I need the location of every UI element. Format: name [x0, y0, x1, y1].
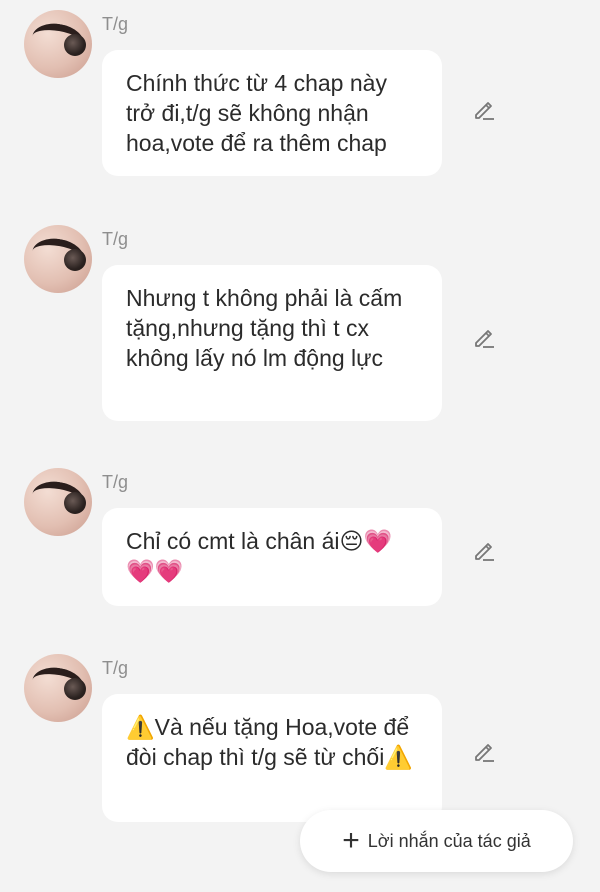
message-bubble: Chỉ có cmt là chân ái😔💗💗💗: [102, 508, 442, 606]
plus-icon: +: [342, 824, 360, 857]
pencil-edit-icon[interactable]: [470, 736, 500, 766]
message-bubble: ⚠️Và nếu tặng Hoa,vote để đòi chap thì t…: [102, 694, 442, 822]
author-name: T/g: [102, 14, 129, 34]
message-bubble: Nhưng t không phải là cấm tặng,nhưng tặn…: [102, 265, 442, 421]
author-note-label: Lời nhắn của tác giả: [367, 830, 531, 851]
message-bubble: Chính thức từ 4 chap này trở đi,t/g sẽ k…: [102, 50, 442, 176]
author-note-button[interactable]: + Lời nhắn của tác giả: [300, 810, 573, 872]
author-name: T/g: [102, 658, 129, 678]
author-avatar[interactable]: [24, 468, 92, 536]
author-name: T/g: [102, 472, 129, 492]
pencil-edit-icon[interactable]: [470, 322, 500, 352]
pencil-edit-icon[interactable]: [470, 94, 500, 124]
author-avatar[interactable]: [24, 10, 92, 78]
author-name: T/g: [102, 229, 129, 249]
author-avatar[interactable]: [24, 654, 92, 722]
pencil-edit-icon[interactable]: [470, 535, 500, 565]
author-avatar[interactable]: [24, 225, 92, 293]
